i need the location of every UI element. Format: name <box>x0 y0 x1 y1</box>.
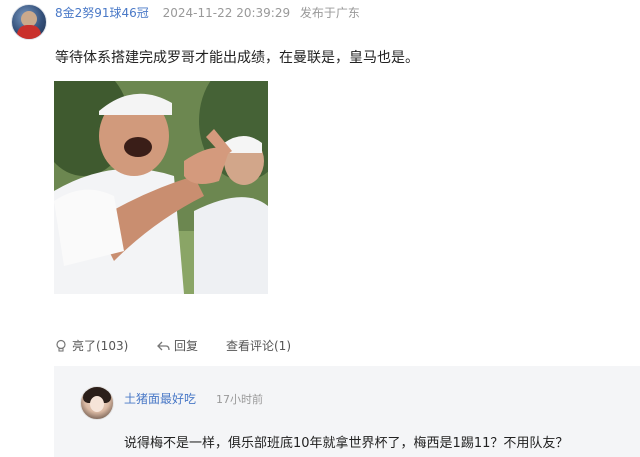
lightbulb-icon <box>56 339 66 352</box>
view-comments-button[interactable]: 查看评论(1) <box>226 337 291 354</box>
view-comments-label: 查看评论(1) <box>226 339 291 353</box>
reply-time: 17小时前 <box>216 393 263 406</box>
post-text: 等待体系搭建完成罗哥才能出成绩，在曼联是，皇马也是。 <box>55 50 419 66</box>
reply-author-name[interactable]: 土猪面最好吃 <box>124 390 196 407</box>
author-name[interactable]: 8金2努91球46冠 <box>55 6 149 20</box>
like-label: 亮了(103) <box>72 339 129 353</box>
like-button[interactable]: 亮了(103) <box>54 337 128 354</box>
reply-card: 土猪面最好吃 17小时前 说得梅不是一样，俱乐部班底10年就拿世界杯了，梅西是1… <box>54 366 640 457</box>
post-image[interactable] <box>54 81 268 294</box>
post-timestamp: 2024-11-22 20:39:29 <box>162 6 291 20</box>
post-meta: 8金2努91球46冠 2024-11-22 20:39:29 发布于广东 <box>55 4 360 21</box>
post-location: 发布于广东 <box>299 6 360 20</box>
author-avatar[interactable] <box>11 4 47 40</box>
photo-illustration <box>54 81 268 294</box>
post-card: 8金2努91球46冠 2024-11-22 20:39:29 发布于广东 等待体… <box>0 0 640 457</box>
reply-label: 回复 <box>174 339 199 353</box>
reply-arrow-icon <box>157 341 170 350</box>
reply-text: 说得梅不是一样，俱乐部班底10年就拿世界杯了，梅西是1踢11？不用队友？ <box>124 436 569 451</box>
reply-button[interactable]: 回复 <box>156 337 198 354</box>
reply-author-avatar[interactable] <box>80 386 114 420</box>
